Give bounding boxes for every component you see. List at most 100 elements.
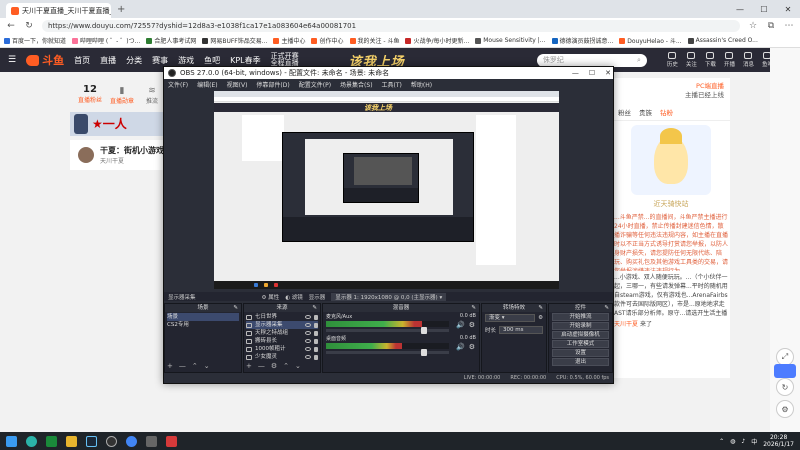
source-down-icon[interactable]: ⌄: [295, 362, 301, 370]
bookmark-item[interactable]: 合肥人事考试网: [146, 36, 196, 45]
maximize-icon[interactable]: ☐: [752, 0, 776, 18]
input-language[interactable]: 中: [751, 437, 757, 446]
obs-preview[interactable]: 该我上场: [214, 91, 559, 289]
duration-input[interactable]: 300 ms: [499, 326, 543, 334]
transition-add-icon[interactable]: ⚙: [538, 315, 543, 321]
bookmark-item[interactable]: DouyuHelao - 斗...: [619, 36, 682, 45]
obs-menu-item[interactable]: 编辑(E): [197, 80, 217, 89]
move-down-icon[interactable]: ⌄: [204, 362, 210, 370]
source-item[interactable]: 少女魔灵: [246, 353, 318, 361]
search-input[interactable]: 侏罗纪 ⌕: [536, 53, 647, 67]
bookmark-item[interactable]: 德德演员鼓拐诚意...: [551, 36, 613, 45]
eye-icon[interactable]: [305, 315, 311, 319]
source-up-icon[interactable]: ⌃: [283, 362, 289, 370]
douyu-logo[interactable]: 斗鱼: [26, 52, 64, 68]
avatar[interactable]: [78, 147, 94, 163]
obs-menu-item[interactable]: 视图(V): [227, 80, 248, 89]
move-up-icon[interactable]: ⌃: [192, 362, 198, 370]
refresh-button[interactable]: ↻: [776, 378, 794, 396]
push-stat[interactable]: ≋ 推流: [146, 86, 158, 105]
mixer-dock-menu-icon[interactable]: ✎: [471, 304, 476, 312]
obs-menu-item[interactable]: 停靠部件(D): [256, 80, 289, 89]
properties-button[interactable]: ⚙ 属性: [262, 293, 280, 301]
medal-stat[interactable]: ▮ 直播勋章: [110, 86, 134, 105]
tray-arrow-icon[interactable]: ⌃: [719, 438, 724, 445]
tab-fans[interactable]: 粉丝: [618, 107, 631, 117]
bookmark-item[interactable]: 网易BUFF饰品交易...: [202, 36, 267, 45]
bookmark-item[interactable]: 火战争/每小时更新...: [405, 36, 469, 45]
app-icon[interactable]: [146, 435, 157, 447]
obs-taskbar-icon[interactable]: [106, 435, 117, 447]
tab-noble[interactable]: 贵族: [639, 107, 652, 117]
clock[interactable]: 20:28 2026/1/17: [763, 434, 794, 448]
source-item[interactable]: 七日世界: [246, 313, 318, 321]
edge-icon[interactable]: [26, 435, 37, 447]
gear-icon[interactable]: ⚙: [469, 321, 475, 329]
control-button[interactable]: 开始录制: [552, 322, 609, 330]
nav-home[interactable]: 首页: [74, 55, 90, 66]
speaker-icon[interactable]: 🔊: [456, 321, 465, 329]
speaker-icon[interactable]: 🔊: [456, 343, 465, 351]
sources-dock-menu-icon[interactable]: ✎: [312, 304, 317, 312]
bookmark-item[interactable]: 创作中心: [311, 36, 344, 45]
obs-minimize-icon[interactable]: —: [572, 69, 579, 77]
chat-user[interactable]: 天川干夏: [614, 321, 638, 328]
steam-icon[interactable]: [86, 435, 97, 447]
start-icon[interactable]: [6, 435, 17, 447]
lock-icon[interactable]: [314, 346, 318, 352]
download-button[interactable]: 下载: [705, 52, 716, 68]
obs-maximize-icon[interactable]: ☐: [589, 69, 595, 77]
lock-icon[interactable]: [314, 338, 318, 344]
control-button[interactable]: 启动虚拟摄像机: [552, 331, 609, 339]
bookmark-item[interactable]: 哔哩哔哩 ( ゜- ゜)つ...: [72, 36, 140, 45]
nav-live[interactable]: 直播: [100, 55, 116, 66]
gear-icon[interactable]: ⚙: [469, 343, 475, 351]
extensions-icon[interactable]: ⧉: [766, 21, 776, 31]
obs-menu-item[interactable]: 帮助(H): [411, 80, 432, 89]
scene-item[interactable]: 场景: [167, 313, 239, 321]
control-button[interactable]: 开始推流: [552, 313, 609, 321]
new-tab-icon[interactable]: +: [117, 4, 125, 15]
bookmark-item[interactable]: Assassin's Creed O...: [687, 37, 758, 44]
eye-icon[interactable]: [305, 339, 311, 343]
eye-icon[interactable]: [305, 347, 311, 351]
add-scene-icon[interactable]: +: [167, 362, 173, 370]
lock-icon[interactable]: [314, 354, 318, 360]
nav-category[interactable]: 分类: [126, 55, 142, 66]
volume-icon[interactable]: ♪: [741, 438, 745, 445]
url-field[interactable]: https://www.douyu.com/72557?dyshid=12d8a…: [42, 20, 740, 32]
obs-menu-item[interactable]: 场景集合(S): [340, 80, 373, 89]
scene-item[interactable]: CS2专用: [167, 321, 239, 329]
bookmark-item[interactable]: Mouse Sensitivity |...: [475, 37, 546, 44]
follow-button[interactable]: 关注: [686, 52, 697, 68]
close-window-icon[interactable]: ✕: [776, 0, 800, 18]
volume-slider-knob[interactable]: [421, 327, 428, 334]
eye-icon[interactable]: [305, 355, 311, 359]
bookmark-item[interactable]: 百度一下，你就知道: [4, 36, 66, 45]
volume-slider[interactable]: [326, 327, 449, 334]
scenes-dock-menu-icon[interactable]: ✎: [233, 304, 238, 312]
history-button[interactable]: 历史: [667, 52, 678, 68]
nav-events[interactable]: 赛事: [152, 55, 168, 66]
volume-slider-knob[interactable]: [421, 349, 428, 356]
lock-icon[interactable]: [314, 322, 318, 328]
browser-tab[interactable]: 天川干夏直播_天川干夏直播_天川... ✕: [6, 3, 111, 18]
lock-icon[interactable]: [314, 314, 318, 320]
network-icon[interactable]: ◍: [730, 438, 735, 445]
control-button[interactable]: 工作室模式: [552, 340, 609, 348]
obs-menu-item[interactable]: 工具(T): [382, 80, 402, 89]
volume-slider[interactable]: [326, 349, 449, 356]
hamburger-icon[interactable]: ☰: [8, 55, 16, 65]
controls-dock-menu-icon[interactable]: ✎: [604, 304, 609, 312]
obs-menu-item[interactable]: 配置文件(P): [299, 80, 331, 89]
messages-button[interactable]: 消息: [743, 52, 754, 68]
source-item[interactable]: 显示器采集: [246, 321, 318, 329]
star-icon[interactable]: ☆: [748, 21, 758, 31]
nav-games[interactable]: 游戏: [178, 55, 194, 66]
tab-diamond[interactable]: 钻粉: [660, 107, 673, 117]
menu-dots-icon[interactable]: ⋯: [784, 21, 794, 31]
source-item[interactable]: 1000帧粗计: [246, 345, 318, 353]
promo-banner[interactable]: ★一人: [70, 112, 170, 136]
kpl-promo[interactable]: 正式开赛 全程直播: [271, 53, 299, 67]
transition-type-select[interactable]: 渐变 ▾: [485, 314, 536, 322]
